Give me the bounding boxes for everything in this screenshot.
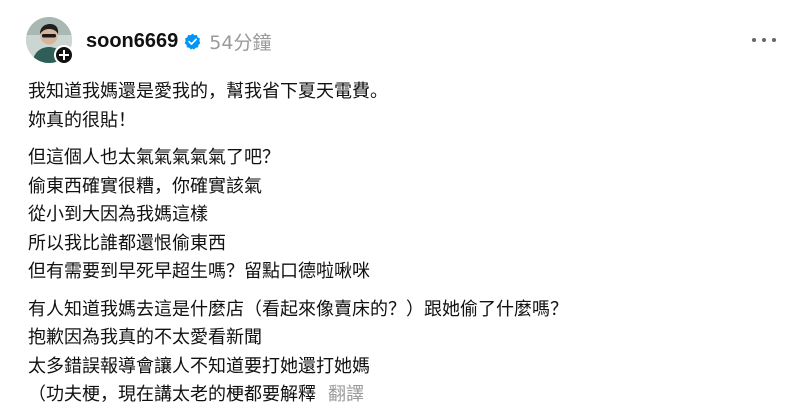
post-paragraph: 但這個人也太氣氣氣氣氣了吧？ 偷東西確實很糟，你確實該氣 從小到大因為我媽這樣 … — [28, 144, 773, 287]
post-text-line: 但有需要到早死早超生嗎？留點口德啦啾咪 — [28, 261, 370, 282]
post-text-line: 從小到大因為我媽這樣 — [28, 204, 208, 225]
more-dots-icon — [752, 38, 756, 42]
translate-link[interactable]: 翻譯 — [328, 384, 364, 405]
post-text-line: （功夫梗，現在講太老的梗都要解釋 — [28, 384, 316, 405]
more-dots-icon — [762, 38, 766, 42]
post-text-line-last: （功夫梗，現在講太老的梗都要解釋 翻譯 — [28, 381, 773, 410]
post-text-line: 有人知道我媽去這是什麼店（看起來像賣床的？）跟她偷了什麼嗎？ — [28, 298, 568, 320]
post-text-line: 所以我比誰都還恨偷東西 — [28, 232, 226, 254]
post-text-line: 但這個人也太氣氣氣氣氣了吧？ — [28, 147, 280, 168]
verified-badge-icon — [184, 33, 201, 50]
post-text-line: 太多錯誤報導會讓人不知道要打她還打她媽 — [28, 355, 370, 377]
username-link[interactable]: soon6669 — [86, 30, 178, 53]
post-body: 我知道我媽還是愛我的，幫我省下夏天電費。 妳真的很貼！ 但這個人也太氣氣氣氣氣了… — [28, 78, 773, 410]
post-timestamp: 54分鐘 — [209, 31, 272, 54]
more-dots-icon — [772, 38, 776, 42]
plus-icon — [59, 50, 69, 60]
follow-button[interactable] — [54, 45, 74, 65]
more-options-button[interactable] — [752, 30, 776, 50]
post-text-line: 偷東西確實很糟，你確實該氣 — [28, 175, 262, 197]
avatar-container[interactable] — [26, 17, 74, 65]
post-text-line: 抱歉因為我真的不太愛看新聞 — [28, 327, 262, 348]
thread-post: soon6669 54分鐘 我知道我媽還是愛我的，幫我省下夏天電費。 妳真的很貼… — [0, 0, 800, 405]
post-header: soon6669 54分鐘 — [86, 28, 271, 54]
post-text-line: 妳真的很貼！ — [28, 109, 136, 131]
post-paragraph: 有人知道我媽去這是什麼店（看起來像賣床的？）跟她偷了什麼嗎？ 抱歉因為我真的不太… — [28, 296, 773, 410]
post-paragraph: 我知道我媽還是愛我的，幫我省下夏天電費。 妳真的很貼！ — [28, 78, 773, 135]
post-text-line: 我知道我媽還是愛我的，幫我省下夏天電費。 — [28, 81, 388, 102]
